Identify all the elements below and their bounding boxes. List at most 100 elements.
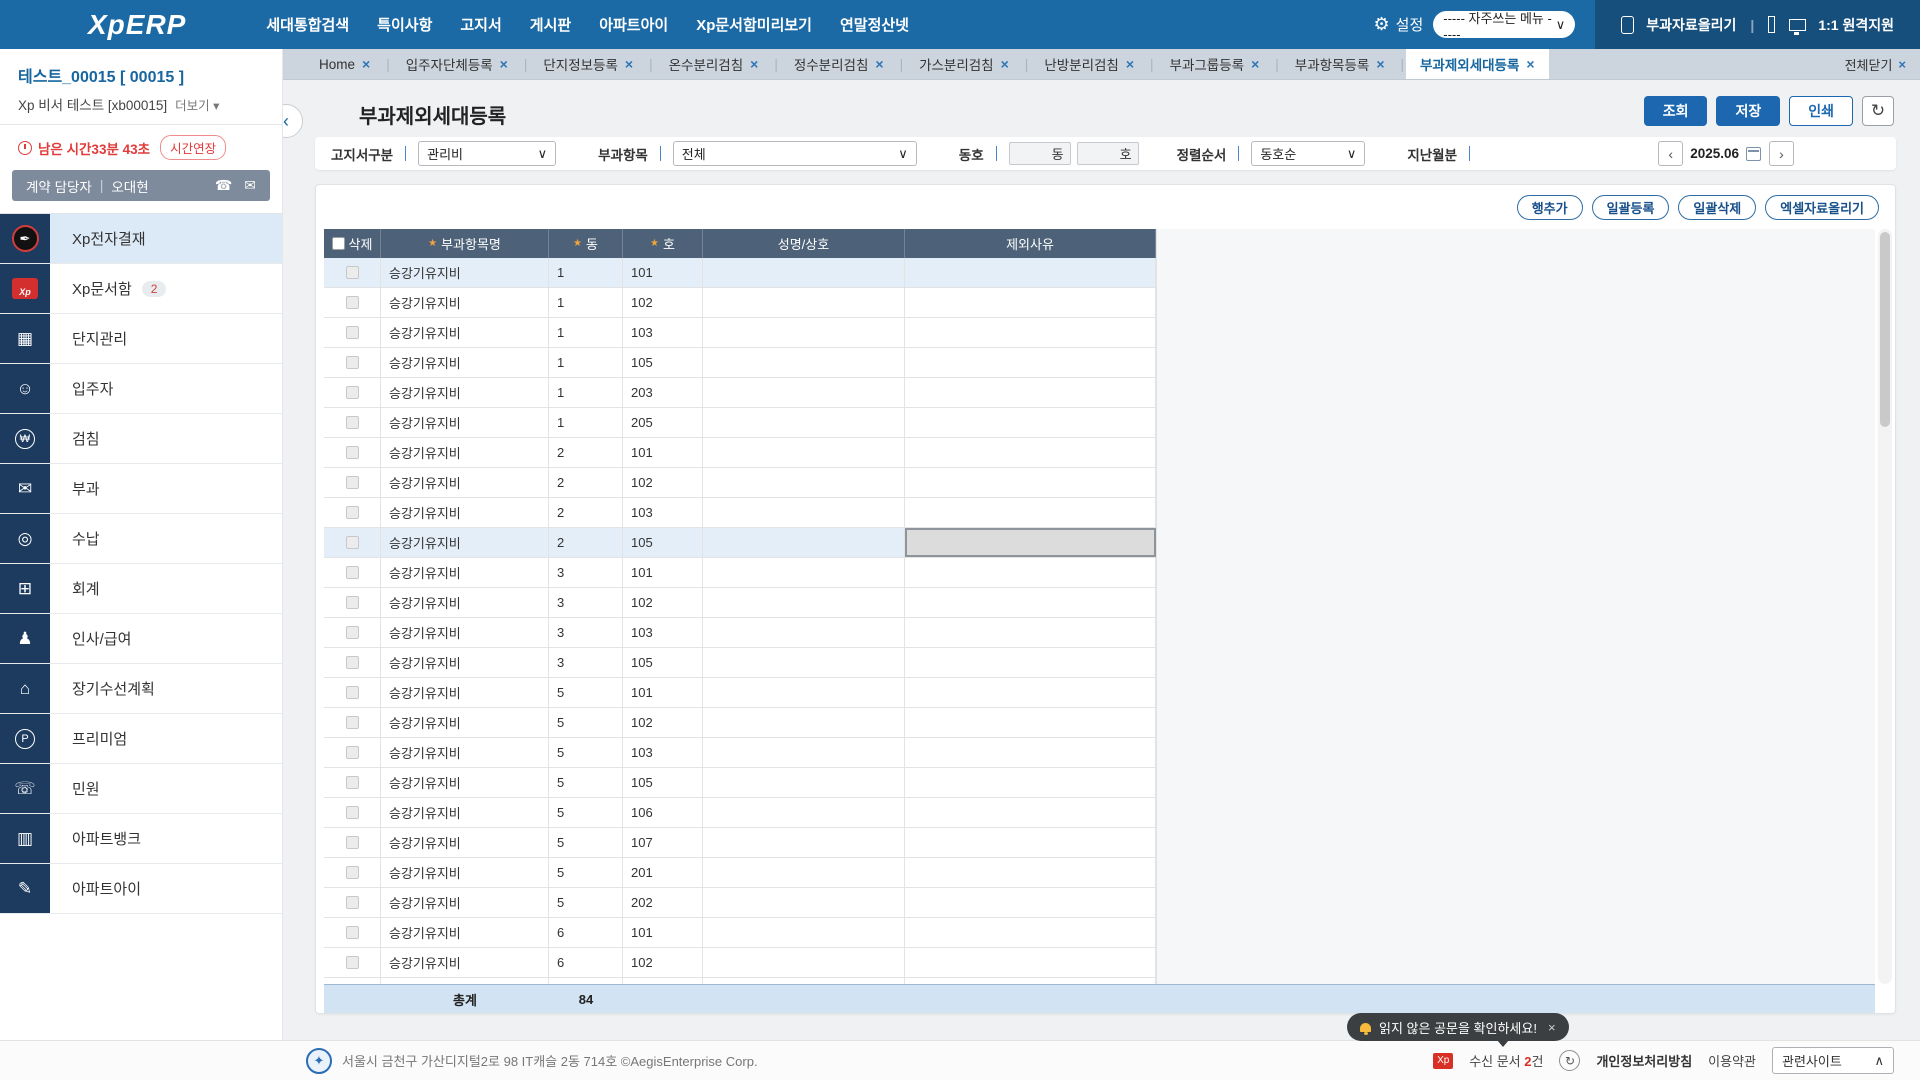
reason-cell[interactable] [905, 768, 1156, 797]
item-cell[interactable]: 승강기유지비 [381, 828, 549, 857]
ho-cell[interactable]: 102 [623, 468, 703, 497]
delete-cell[interactable] [324, 528, 381, 557]
name-cell[interactable] [703, 858, 905, 887]
settings-label[interactable]: 설정 [1396, 14, 1424, 35]
name-cell[interactable] [703, 918, 905, 947]
item-cell[interactable]: 승강기유지비 [381, 558, 549, 587]
sidebar-item[interactable]: ₩ 검침 [0, 414, 282, 464]
toast-close-icon[interactable]: × [1548, 1020, 1556, 1035]
tab[interactable]: 부과항목등록 × [1281, 49, 1399, 79]
sidebar-item[interactable]: ♟ 인사/급여 [0, 614, 282, 664]
more-link[interactable]: 더보기 ▾ [175, 95, 219, 114]
ho-cell[interactable]: 201 [623, 858, 703, 887]
ho-cell[interactable]: 103 [623, 738, 703, 767]
sidebar-item[interactable]: ☺ 입주자 [0, 364, 282, 414]
item-cell[interactable]: 승강기유지비 [381, 468, 549, 497]
dong-cell[interactable]: 1 [549, 378, 623, 407]
dong-cell[interactable]: 2 [549, 468, 623, 497]
row-checkbox[interactable] [345, 896, 359, 909]
dong-cell[interactable]: 5 [549, 708, 623, 737]
tab[interactable]: 난방분리검침 × [1030, 49, 1148, 79]
delete-cell[interactable] [324, 948, 381, 977]
delete-cell[interactable] [324, 498, 381, 527]
tab-close-icon[interactable]: × [875, 56, 883, 72]
delete-cell[interactable] [324, 378, 381, 407]
top-menu-item[interactable]: 특이사항 [377, 14, 432, 35]
item-cell[interactable]: 승강기유지비 [381, 618, 549, 647]
reason-cell[interactable] [905, 258, 1156, 287]
tab-close-icon[interactable]: × [362, 56, 370, 72]
table-row[interactable]: 승강기유지비 5 201 [324, 858, 1156, 888]
table-row[interactable]: 승강기유지비 2 102 [324, 468, 1156, 498]
reason-cell[interactable] [905, 738, 1156, 767]
dong-cell[interactable]: 2 [549, 498, 623, 527]
table-row[interactable]: 승강기유지비 5 101 [324, 678, 1156, 708]
select-all-checkbox[interactable] [331, 237, 345, 250]
delete-cell[interactable] [324, 858, 381, 887]
dong-cell[interactable]: 6 [549, 948, 623, 977]
name-cell[interactable] [703, 678, 905, 707]
table-row[interactable]: 승강기유지비 1 203 [324, 378, 1156, 408]
item-cell[interactable]: 승강기유지비 [381, 888, 549, 917]
item-cell[interactable]: 승강기유지비 [381, 258, 549, 287]
tab-close-icon[interactable]: × [500, 56, 508, 72]
close-all-tabs[interactable]: 전체닫기 × [1845, 55, 1906, 74]
inbox-status[interactable]: 수신 문서 2건 [1469, 1051, 1543, 1070]
name-cell[interactable] [703, 468, 905, 497]
name-cell[interactable] [703, 498, 905, 527]
charge-item-select[interactable]: 전체 ∨ [672, 141, 917, 166]
upload-billing-data-button[interactable]: 부과자료올리기 [1646, 15, 1736, 35]
tab-close-icon[interactable]: × [750, 56, 758, 72]
delete-cell[interactable] [324, 738, 381, 767]
column-header[interactable]: ★ 동 [549, 229, 623, 258]
delete-cell[interactable] [324, 288, 381, 317]
table-row[interactable]: 승강기유지비 1 103 [324, 318, 1156, 348]
row-checkbox[interactable] [345, 446, 359, 459]
dong-cell[interactable]: 6 [549, 918, 623, 947]
ho-cell[interactable]: 103 [623, 498, 703, 527]
item-cell[interactable]: 승강기유지비 [381, 408, 549, 437]
item-cell[interactable]: 승강기유지비 [381, 948, 549, 977]
column-header[interactable]: ★ 호 [623, 229, 703, 258]
reason-cell[interactable] [905, 468, 1156, 497]
row-checkbox[interactable] [345, 536, 359, 549]
dong-cell[interactable]: 1 [549, 258, 623, 287]
sidebar-item[interactable]: ✎ 아파트아이 [0, 864, 282, 914]
item-cell[interactable]: 승강기유지비 [381, 768, 549, 797]
tab-close-icon[interactable]: × [1376, 56, 1384, 72]
column-header[interactable]: 제외사유 [905, 229, 1156, 258]
ho-cell[interactable]: 202 [623, 888, 703, 917]
delete-cell[interactable] [324, 648, 381, 677]
item-cell[interactable]: 승강기유지비 [381, 438, 549, 467]
related-sites-select[interactable]: 관련사이트 ∧ [1772, 1047, 1894, 1074]
dong-cell[interactable]: 5 [549, 828, 623, 857]
delete-cell[interactable] [324, 918, 381, 947]
inbox-refresh-icon[interactable]: ↻ [1559, 1050, 1581, 1071]
delete-cell[interactable] [324, 348, 381, 377]
phone-icon[interactable]: ☎ [215, 177, 232, 194]
reason-cell[interactable] [905, 378, 1156, 407]
name-cell[interactable] [703, 618, 905, 647]
ho-cell[interactable]: 101 [623, 558, 703, 587]
ho-cell[interactable]: 106 [623, 798, 703, 827]
sidebar-item[interactable]: ⌂ 장기수선계획 [0, 664, 282, 714]
dong-cell[interactable]: 5 [549, 678, 623, 707]
notice-type-select[interactable]: 관리비 ∨ [418, 141, 557, 166]
name-cell[interactable] [703, 888, 905, 917]
sidebar-item[interactable]: ▥ 아파트뱅크 [0, 814, 282, 864]
row-checkbox[interactable] [345, 746, 359, 759]
name-cell[interactable] [703, 528, 905, 557]
sidebar-item[interactable]: P 프리미엄 [0, 714, 282, 764]
dong-cell[interactable]: 5 [549, 858, 623, 887]
sidebar-item[interactable]: ⊞ 회계 [0, 564, 282, 614]
tab[interactable]: 부과그룹등록 × [1156, 49, 1274, 79]
table-row[interactable]: 승강기유지비 5 202 [324, 888, 1156, 918]
delete-cell[interactable] [324, 468, 381, 497]
table-row[interactable]: 승강기유지비 6 101 [324, 918, 1156, 948]
name-cell[interactable] [703, 828, 905, 857]
ho-cell[interactable]: 105 [623, 348, 703, 377]
row-checkbox[interactable] [345, 686, 359, 699]
top-menu-item[interactable]: 고지서 [460, 14, 501, 35]
name-cell[interactable] [703, 738, 905, 767]
tab[interactable]: 정수분리검침 × [780, 49, 898, 79]
